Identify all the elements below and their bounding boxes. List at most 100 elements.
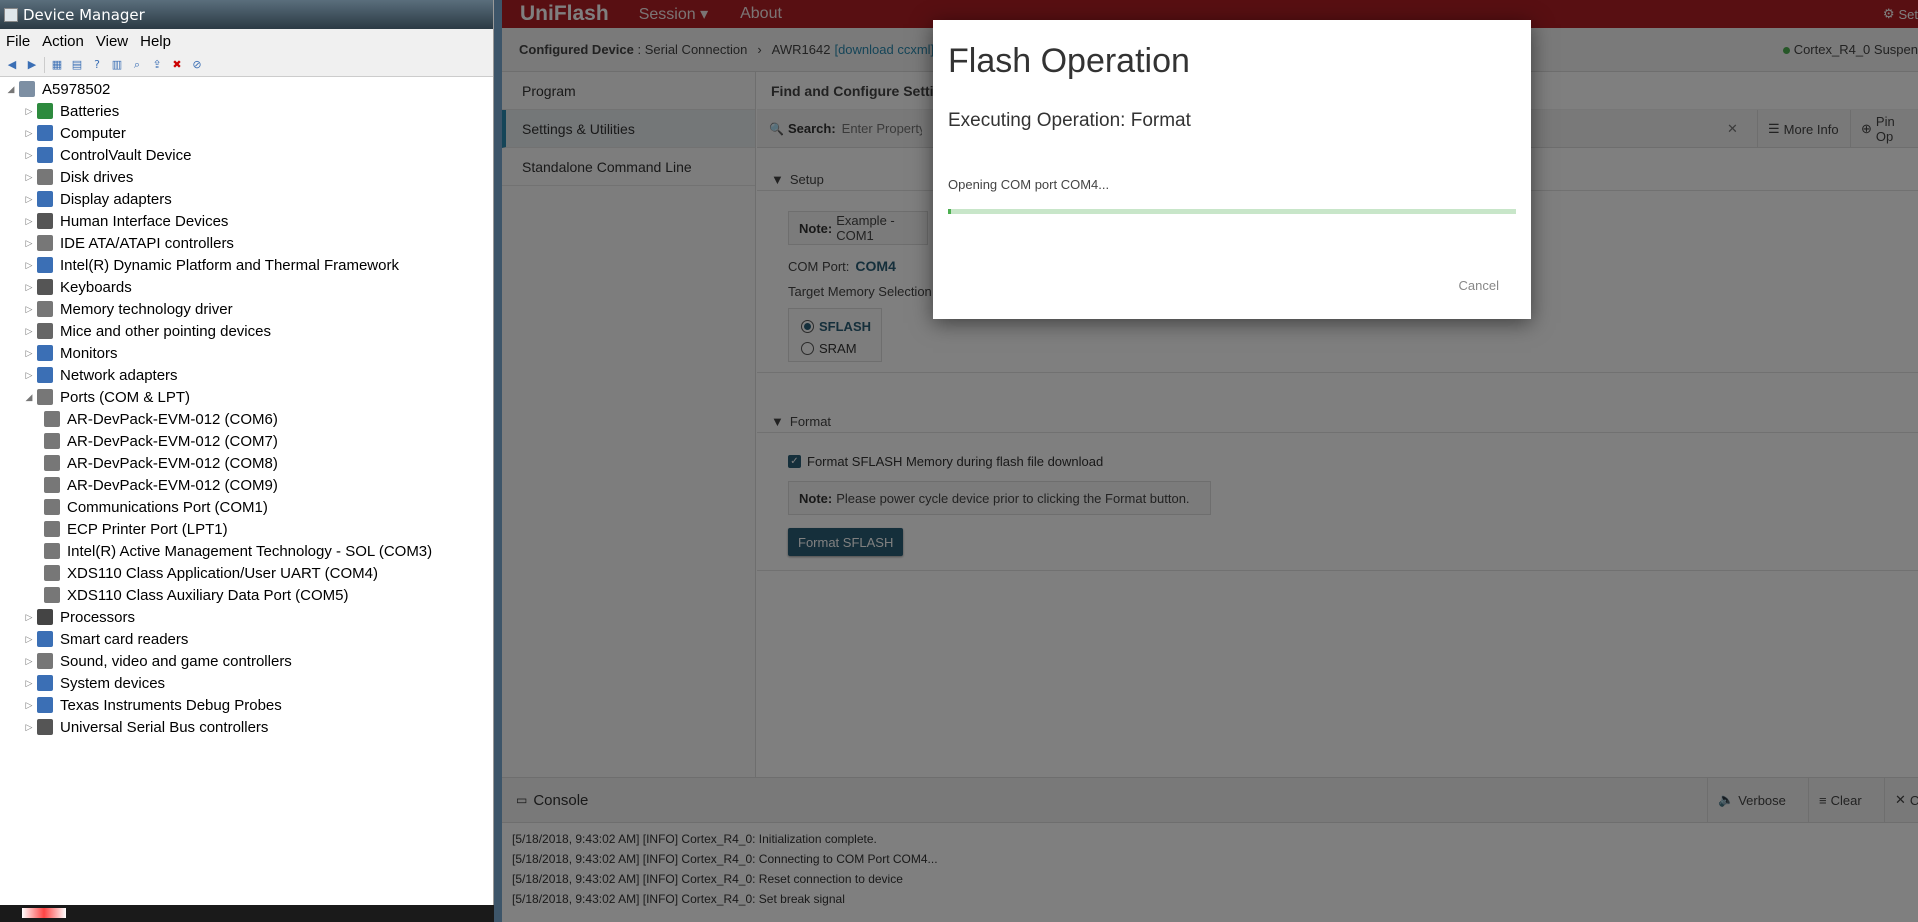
tree-item-label: Texas Instruments Debug Probes [60,696,282,714]
tree-category[interactable]: ▷ Batteries [0,100,494,122]
tree-category[interactable]: ▷ Texas Instruments Debug Probes [0,694,494,716]
expand-arrow-icon[interactable]: ▷ [24,722,34,733]
update-driver-icon[interactable]: ⇪ [149,57,165,73]
taskbar-thumbnail [22,908,66,918]
tree-category[interactable]: ▷ ControlVault Device [0,144,494,166]
tree-device-item[interactable]: ECP Printer Port (LPT1) [0,518,494,540]
tree-item-label: IDE ATA/ATAPI controllers [60,234,234,252]
menu-action[interactable]: Action [36,33,90,50]
tree-category[interactable]: ▷ Network adapters [0,364,494,386]
mouse-icon [37,323,53,339]
tree-category[interactable]: ▷ Disk drives [0,166,494,188]
port-icon [44,521,60,537]
tree-category[interactable]: ◢ Ports (COM & LPT) [0,386,494,408]
computer-icon [37,125,53,141]
tree-category[interactable]: ▷ Memory technology driver [0,298,494,320]
port-icon [44,433,60,449]
tree-category[interactable]: ▷ System devices [0,672,494,694]
expand-arrow-icon[interactable]: ▷ [24,106,34,117]
tree-item-label: XDS110 Class Auxiliary Data Port (COM5) [67,586,349,604]
expand-arrow-icon[interactable]: ▷ [24,700,34,711]
tree-item-label: Universal Serial Bus controllers [60,718,269,736]
port-icon [44,587,60,603]
tree-item-label: Sound, video and game controllers [60,652,292,670]
menu-view[interactable]: View [90,33,134,50]
forward-arrow-icon[interactable]: ▶ [24,57,40,73]
tree-device-item[interactable]: AR-DevPack-EVM-012 (COM8) [0,452,494,474]
port-icon [44,455,60,471]
collapse-arrow-icon[interactable]: ◢ [6,84,16,95]
tree-category[interactable]: ▷ Intel(R) Dynamic Platform and Thermal F… [0,254,494,276]
expand-arrow-icon[interactable]: ▷ [24,326,34,337]
tree-category[interactable]: ▷ Smart card readers [0,628,494,650]
display-adapter-icon [37,191,53,207]
tree-item-label: System devices [60,674,166,692]
tree-category[interactable]: ▷ Display adapters [0,188,494,210]
dialog-title: Flash Operation [948,42,1190,80]
expand-arrow-icon[interactable]: ▷ [24,612,34,623]
port-icon [37,389,53,405]
expand-arrow-icon[interactable]: ▷ [24,172,34,183]
collapse-arrow-icon[interactable]: ◢ [24,392,34,403]
dialog-status: Opening COM port COM4... [948,177,1110,192]
tree-category[interactable]: ▷ Human Interface Devices [0,210,494,232]
expand-arrow-icon[interactable]: ▷ [24,194,34,205]
tree-device-item[interactable]: AR-DevPack-EVM-012 (COM9) [0,474,494,496]
expand-arrow-icon[interactable]: ▷ [24,678,34,689]
tree-item-label: Disk drives [60,168,134,186]
tree-category[interactable]: ▷ Mice and other pointing devices [0,320,494,342]
expand-arrow-icon[interactable]: ▷ [24,348,34,359]
tree-item-label: Ports (COM & LPT) [60,388,191,406]
tree-category[interactable]: ▷ Processors [0,606,494,628]
disable-device-icon[interactable]: ⊘ [189,57,205,73]
device-manager-titlebar[interactable]: Device Manager [0,0,493,29]
tree-item-label: AR-DevPack-EVM-012 (COM7) [67,432,278,450]
tree-category[interactable]: ▷ Keyboards [0,276,494,298]
uninstall-device-icon[interactable]: ✖ [169,57,185,73]
properties-icon[interactable]: ▤ [69,57,85,73]
expand-arrow-icon[interactable]: ▷ [24,238,34,249]
tree-device-item[interactable]: AR-DevPack-EVM-012 (COM6) [0,408,494,430]
tree-item-label: AR-DevPack-EVM-012 (COM9) [67,476,278,494]
view-icon[interactable]: ▥ [109,57,125,73]
tree-root[interactable]: ◢ A5978502 [0,78,494,100]
tree-device-item[interactable]: AR-DevPack-EVM-012 (COM7) [0,430,494,452]
dialog-subtitle: Executing Operation: Format [948,110,1191,131]
expand-arrow-icon[interactable]: ▷ [24,260,34,271]
tree-category[interactable]: ▷ Monitors [0,342,494,364]
cancel-button[interactable]: Cancel [1459,278,1499,293]
expand-arrow-icon[interactable]: ▷ [24,150,34,161]
tree-device-item[interactable]: Communications Port (COM1) [0,496,494,518]
device-tree: ◢ A5978502 ▷ Batteries ▷ Computer ▷ ControlVa… [0,78,494,738]
scan-hardware-icon[interactable]: ⌕ [129,57,145,73]
show-hide-console-tree-icon[interactable]: ▦ [49,57,65,73]
menu-help[interactable]: Help [134,33,177,50]
tree-item-label: Keyboards [60,278,132,296]
tree-category[interactable]: ▷ Computer [0,122,494,144]
tree-item-label: Memory technology driver [60,300,233,318]
tree-category[interactable]: ▷ Sound, video and game controllers [0,650,494,672]
battery-icon [37,103,53,119]
tree-category[interactable]: ▷ IDE ATA/ATAPI controllers [0,232,494,254]
menu-file[interactable]: File [0,33,36,50]
tree-category[interactable]: ▷ Universal Serial Bus controllers [0,716,494,738]
tree-item-label: XDS110 Class Application/User UART (COM4… [67,564,378,582]
help-icon[interactable]: ? [89,57,105,73]
toolbar-separator [44,56,45,73]
expand-arrow-icon[interactable]: ▷ [24,304,34,315]
expand-arrow-icon[interactable]: ▷ [24,216,34,227]
tree-item-label: Display adapters [60,190,172,208]
tree-item-label: Network adapters [60,366,178,384]
expand-arrow-icon[interactable]: ▷ [24,282,34,293]
expand-arrow-icon[interactable]: ▷ [24,656,34,667]
back-arrow-icon[interactable]: ◀ [4,57,20,73]
tree-item-label: Monitors [60,344,118,362]
expand-arrow-icon[interactable]: ▷ [24,634,34,645]
security-device-icon [37,147,53,163]
tree-device-item[interactable]: Intel(R) Active Management Technology - … [0,540,494,562]
port-icon [44,543,60,559]
expand-arrow-icon[interactable]: ▷ [24,128,34,139]
tree-device-item[interactable]: XDS110 Class Auxiliary Data Port (COM5) [0,584,494,606]
tree-device-item[interactable]: XDS110 Class Application/User UART (COM4… [0,562,494,584]
expand-arrow-icon[interactable]: ▷ [24,370,34,381]
